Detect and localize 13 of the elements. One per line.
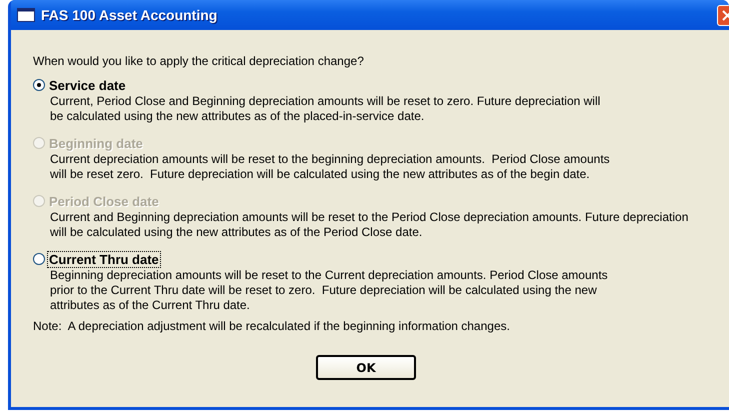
option-description: Beginning depreciation amounts will be reset to the Current depreciation amounts. Period Close amounts prior to the Current Thru date will be reset to zero. Future depreciation will be calculated using the new attributes as of the Current Thru date. — [49, 268, 609, 313]
ok-button[interactable]: OK — [316, 355, 416, 380]
option-description: Current and Beginning depreciation amounts will be reset to the Period Close depreciation amounts. Future depreciation will be calculated using the new attributes as of the Period Close date. — [49, 210, 690, 240]
option-description: Current depreciation amounts will be reset to the beginning depreciation amounts. Period Close amounts will be reset zero. Future depreciation will be calculated using the new attributes as of the begin date. — [49, 152, 611, 182]
option-label[interactable]: Service date — [48, 78, 127, 92]
note-text: Note: A depreciation adjustment will be recalculated if the beginning information changes. — [33, 319, 511, 333]
radio-button[interactable] — [33, 253, 45, 265]
option-description: Current, Period Close and Beginning depreciation amounts will be reset to zero. Future depreciation will be calculated using the new attributes as of the placed-in-service date. — [49, 94, 602, 124]
window-title: FAS 100 Asset Accounting — [41, 7, 218, 23]
option-label[interactable]: Current Thru date — [48, 252, 160, 266]
question-text: When would you like to apply the critical depreciation change? — [33, 54, 365, 68]
radio-button[interactable] — [33, 79, 45, 91]
window-icon — [17, 8, 35, 22]
